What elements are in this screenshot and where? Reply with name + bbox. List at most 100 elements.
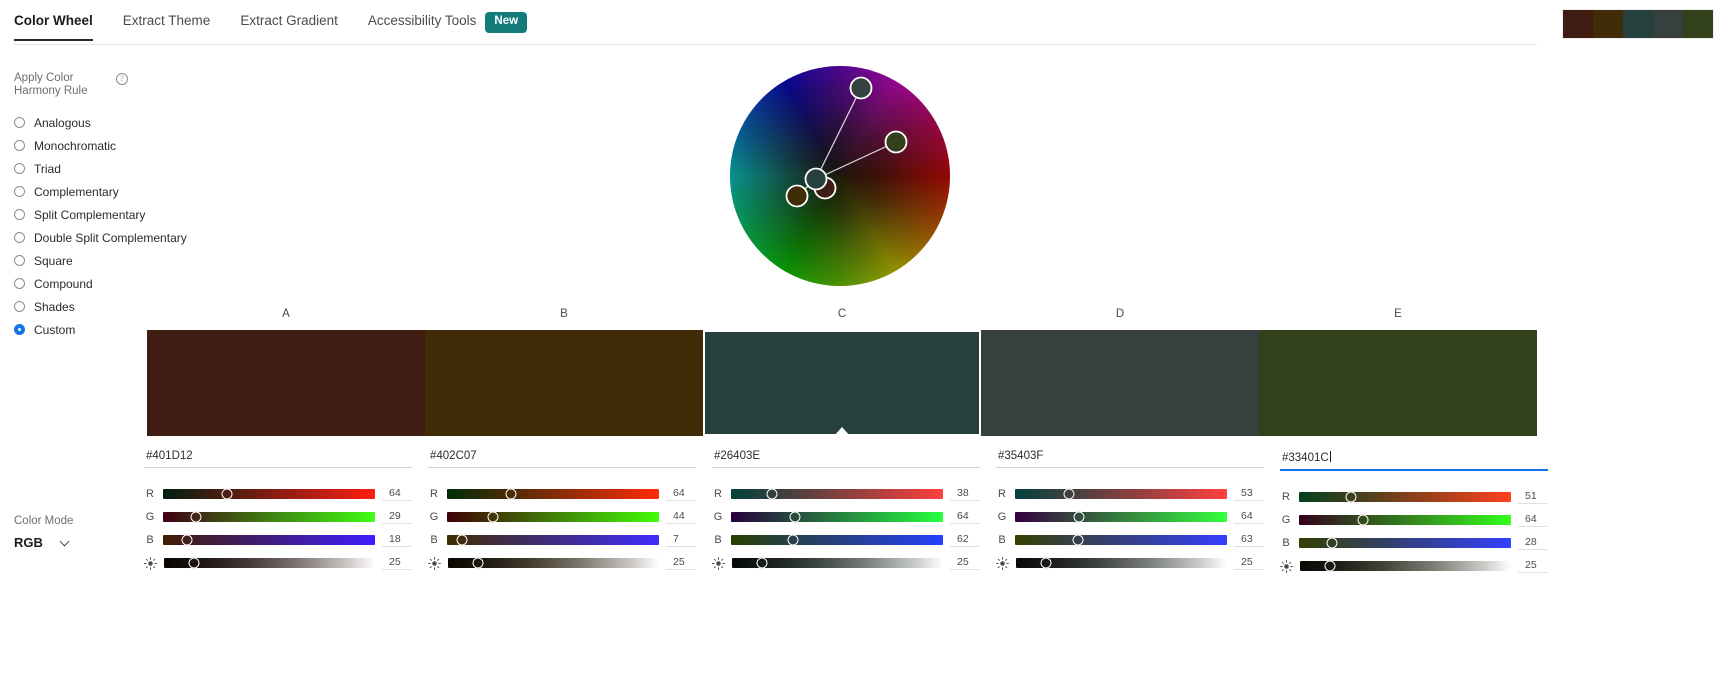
hex-input-B[interactable]: #402C07 [428,450,696,468]
harmony-rule-compound[interactable]: Compound [14,272,194,295]
color-swatch-E[interactable]: E [1259,308,1537,436]
slider-row-R: R 64 [428,482,696,505]
swatch-label-B: B [560,308,568,320]
slider-track[interactable] [163,511,375,522]
color-wheel-area[interactable] [730,66,952,288]
harmony-rule-double-split-complementary[interactable]: Double Split Complementary [14,226,194,249]
radio-button[interactable] [14,186,25,197]
slider-knob[interactable] [181,534,193,545]
palette-preview-chip-4[interactable] [1683,10,1713,38]
slider-track[interactable] [1299,514,1511,525]
slider-knob[interactable] [1345,491,1357,502]
color-mode-dropdown[interactable]: RGB [14,535,70,550]
slider-track[interactable] [731,511,943,522]
slider-track[interactable] [163,488,375,499]
top-tab-bar: Color Wheel Extract Theme Extract Gradient… [0,0,1728,46]
radio-button[interactable] [14,117,25,128]
color-swatch-B[interactable]: B [425,308,703,436]
slider-knob[interactable] [789,511,801,522]
tab-extract-gradient[interactable]: Extract Gradient [240,14,338,41]
hex-input-A[interactable]: #401D12 [144,450,412,468]
slider-track[interactable] [1300,560,1511,571]
radio-button[interactable] [14,163,25,174]
slider-knob[interactable] [188,557,200,568]
slider-knob[interactable] [1357,514,1369,525]
slider-track[interactable] [448,557,659,568]
slider-track[interactable] [1299,537,1511,548]
palette-preview-strip[interactable] [1563,10,1713,38]
slider-track[interactable] [447,534,659,545]
slider-knob[interactable] [1324,560,1336,571]
slider-track[interactable] [163,534,375,545]
tab-extract-theme[interactable]: Extract Theme [123,14,211,41]
slider-track[interactable] [1015,511,1227,522]
radio-button[interactable] [14,301,25,312]
slider-knob[interactable] [1063,488,1075,499]
palette-preview-chip-1[interactable] [1593,10,1623,38]
slider-knob[interactable] [505,488,517,499]
slider-track[interactable] [1016,557,1227,568]
slider-track[interactable] [1299,491,1511,502]
hex-value: #401D12 [146,450,193,462]
slider-knob[interactable] [766,488,778,499]
harmony-rule-radio-group: Analogous Monochromatic Triad Complementary… [14,111,194,341]
info-icon[interactable]: ? [116,73,128,85]
hex-input-E[interactable]: #33401C [1280,450,1548,471]
slider-track[interactable] [164,557,375,568]
slider-track[interactable] [1015,534,1227,545]
radio-button[interactable] [14,140,25,151]
palette-swatch-strip[interactable]: A B C D E [147,308,1537,436]
slider-knob[interactable] [756,557,768,568]
harmony-rule-split-complementary[interactable]: Split Complementary [14,203,194,226]
slider-knob[interactable] [472,557,484,568]
harmony-rule-triad[interactable]: Triad [14,157,194,180]
slider-track[interactable] [731,488,943,499]
color-swatch-C[interactable]: C [703,308,981,436]
palette-preview-chip-3[interactable] [1653,10,1683,38]
slider-knob[interactable] [787,534,799,545]
slider-knob[interactable] [1326,537,1338,548]
hex-input-C[interactable]: #26403E [712,450,980,468]
slider-row-G: G 44 [428,505,696,528]
slider-knob[interactable] [1072,534,1084,545]
slider-track[interactable] [732,557,943,568]
harmony-rule-square[interactable]: Square [14,249,194,272]
slider-track[interactable] [447,488,659,499]
palette-preview-chip-2[interactable] [1623,10,1653,38]
slider-track[interactable] [1015,488,1227,499]
slider-knob[interactable] [487,511,499,522]
hex-input-D[interactable]: #35403F [996,450,1264,468]
color-swatch-A[interactable]: A [147,308,425,436]
wheel-marker-D[interactable] [849,76,873,100]
harmony-rule-label: Double Split Complementary [34,230,187,245]
radio-button[interactable] [14,232,25,243]
slider-knob[interactable] [456,534,467,545]
brightness-icon [428,557,441,570]
harmony-rule-complementary[interactable]: Complementary [14,180,194,203]
wheel-marker-E[interactable] [884,130,908,154]
color-swatch-D[interactable]: D [981,308,1259,436]
color-wheel-markers[interactable] [730,66,952,288]
harmony-rule-analogous[interactable]: Analogous [14,111,194,134]
slider-knob[interactable] [190,511,202,522]
text-cursor [1329,451,1331,462]
slider-track[interactable] [731,534,943,545]
slider-knob[interactable] [1073,511,1085,522]
channel-sliders-C: R 38 G 64 B 62 25 [712,482,980,574]
radio-button[interactable] [14,255,25,266]
slider-value: 7 [666,532,696,547]
wheel-marker-C[interactable] [804,167,828,191]
slider-knob[interactable] [221,488,233,499]
radio-button[interactable] [14,209,25,220]
slider-row-brightness: 25 [712,551,980,574]
tab-accessibility-tools[interactable]: Accessibility Tools [368,14,477,41]
wheel-marker-B[interactable] [785,184,809,208]
tab-color-wheel[interactable]: Color Wheel [14,14,93,41]
harmony-rule-monochromatic[interactable]: Monochromatic [14,134,194,157]
slider-knob[interactable] [1040,557,1052,568]
radio-button[interactable] [14,278,25,289]
slider-track[interactable] [447,511,659,522]
palette-preview-chip-0[interactable] [1563,10,1593,38]
slider-value: 18 [382,532,412,547]
radio-button[interactable] [14,324,25,335]
